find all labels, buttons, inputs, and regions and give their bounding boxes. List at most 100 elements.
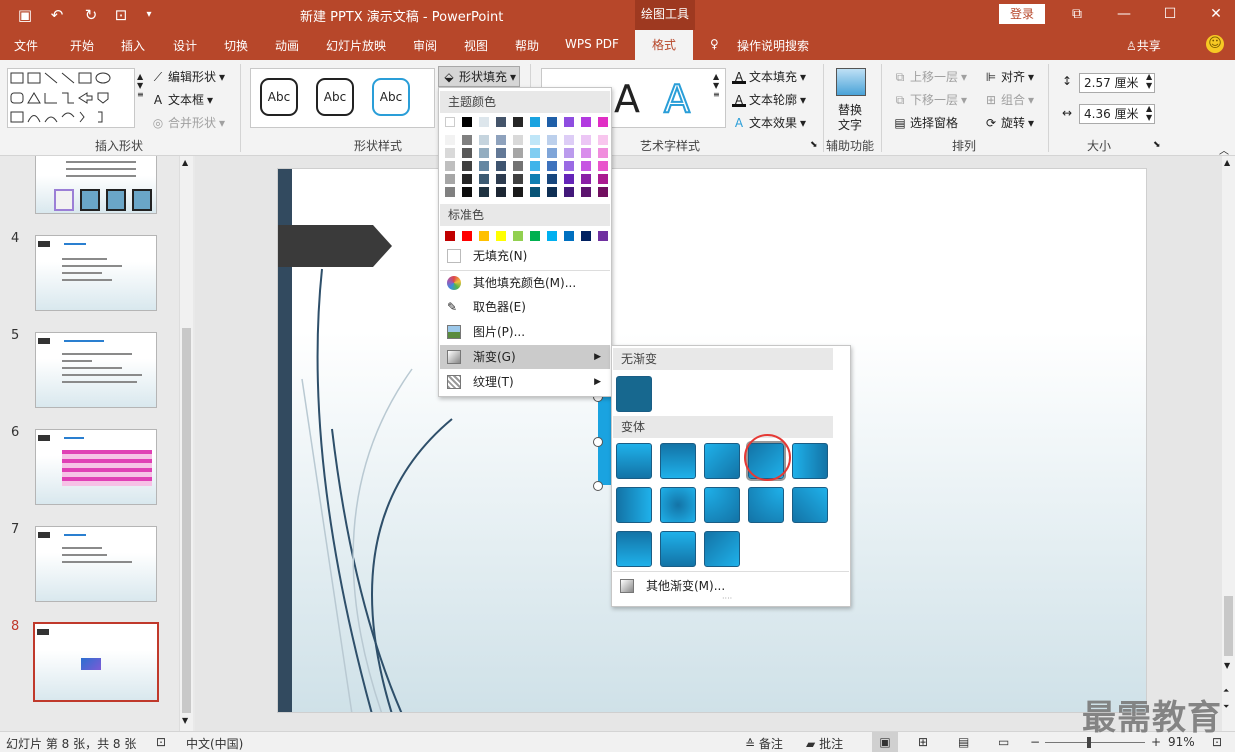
language-indicator[interactable]: 中文(中国) [186, 735, 243, 752]
gradient-variant-swatch[interactable] [616, 443, 652, 479]
theme-shade-swatch[interactable] [598, 187, 608, 197]
picture-fill-item[interactable]: 图片(P)... [440, 320, 610, 344]
slide-thumbnail-6[interactable] [35, 429, 157, 505]
start-from-beginning-icon[interactable]: ⊡ [110, 5, 132, 25]
shape-style-1[interactable]: Abc [260, 78, 298, 116]
wordart-style-2[interactable]: A [663, 76, 691, 122]
theme-shade-swatch[interactable] [462, 148, 472, 158]
theme-shade-swatch[interactable] [445, 187, 455, 197]
width-input[interactable]: 4.36 厘米 [1079, 104, 1155, 124]
theme-color-swatch[interactable] [496, 117, 506, 127]
standard-color-swatch[interactable] [445, 231, 455, 241]
undo-icon[interactable]: ↶ [46, 5, 68, 25]
zoom-slider[interactable] [1045, 742, 1145, 743]
theme-shade-swatch[interactable] [513, 187, 523, 197]
theme-shade-swatch[interactable] [462, 161, 472, 171]
gradient-variant-swatch[interactable] [704, 487, 740, 523]
theme-color-swatch[interactable] [598, 117, 608, 127]
gradient-item[interactable]: 渐变(G) ▶ [440, 345, 610, 369]
group-button[interactable]: ⊞ 组合 ▾ [984, 91, 1034, 108]
theme-shade-swatch[interactable] [496, 161, 506, 171]
resize-grip-icon[interactable]: ···· [722, 594, 732, 603]
theme-color-swatch[interactable] [479, 117, 489, 127]
theme-shade-swatch[interactable] [462, 174, 472, 184]
theme-color-swatch[interactable] [581, 117, 591, 127]
slide-thumbnail-3[interactable] [35, 156, 157, 214]
gradient-variant-swatch[interactable] [792, 487, 828, 523]
theme-shade-swatch[interactable] [581, 174, 591, 184]
customize-toolbar-icon[interactable]: ▾ [138, 5, 160, 25]
theme-shade-swatch[interactable] [547, 161, 557, 171]
more-fill-colors-item[interactable]: 其他填充颜色(M)... [440, 271, 610, 295]
eyedropper-item[interactable]: ✎ 取色器(E) [440, 295, 610, 319]
text-box-button[interactable]: A 文本框 ▾ [151, 91, 213, 108]
theme-shade-swatch[interactable] [564, 148, 574, 158]
standard-color-swatch[interactable] [547, 231, 557, 241]
wordart-style-1[interactable]: A [614, 77, 640, 121]
scroll-thumb[interactable] [1224, 596, 1233, 656]
theme-shade-swatch[interactable] [530, 135, 540, 145]
share-button[interactable]: ♙共享 [1126, 37, 1161, 54]
theme-shade-swatch[interactable] [445, 174, 455, 184]
previous-slide-icon[interactable]: ⏶ [1223, 686, 1229, 696]
dialog-launcher-icon[interactable]: ⬊ [810, 140, 818, 150]
scroll-down-icon[interactable]: ▼ [1224, 661, 1230, 670]
thumbnail-scrollbar[interactable]: ▲ ▼ [179, 156, 193, 731]
theme-shade-swatch[interactable] [547, 135, 557, 145]
alt-text-label-2[interactable]: 文字 [838, 116, 862, 133]
theme-shade-swatch[interactable] [496, 148, 506, 158]
theme-shade-swatch[interactable] [530, 148, 540, 158]
theme-shade-swatch[interactable] [547, 174, 557, 184]
login-button[interactable]: 登录 [999, 4, 1045, 24]
ribbon-display-icon[interactable]: ⧉ [1062, 3, 1092, 25]
wordart-scroll-icon[interactable]: ▲ ▼ ≡ [713, 72, 720, 99]
theme-shade-swatch[interactable] [564, 135, 574, 145]
reading-view-icon[interactable]: ▤ [958, 735, 969, 749]
tell-me-search[interactable]: 操作说明搜索 [737, 37, 809, 54]
text-effects-button[interactable]: A 文本效果 ▾ [732, 114, 806, 131]
theme-color-swatch[interactable] [547, 117, 557, 127]
tab-file[interactable]: 文件 [14, 37, 38, 54]
maximize-icon[interactable]: ☐ [1155, 3, 1185, 25]
theme-shade-swatch[interactable] [581, 148, 591, 158]
gradient-variant-swatch[interactable] [704, 443, 740, 479]
normal-view-icon[interactable]: ▣ [872, 732, 898, 752]
scroll-up-icon[interactable]: ▲ [1224, 158, 1230, 167]
tab-insert[interactable]: 插入 [121, 37, 145, 54]
bring-forward-button[interactable]: ⧉ 上移一层 ▾ [893, 68, 967, 85]
theme-shade-swatch[interactable] [445, 135, 455, 145]
theme-shade-swatch[interactable] [564, 187, 574, 197]
theme-shade-swatch[interactable] [445, 148, 455, 158]
scroll-up-icon[interactable]: ▲ [182, 158, 188, 167]
gradient-variant-swatch[interactable] [616, 531, 652, 567]
texture-item[interactable]: 纹理(T) ▶ [440, 370, 610, 394]
standard-color-swatch[interactable] [479, 231, 489, 241]
slide-thumbnail-5[interactable] [35, 332, 157, 408]
theme-shade-swatch[interactable] [547, 187, 557, 197]
gradient-variant-swatch[interactable] [748, 487, 784, 523]
scroll-thumb[interactable] [182, 328, 191, 713]
width-spinner[interactable]: ▲ ▼ [1146, 104, 1152, 122]
theme-shade-swatch[interactable] [496, 135, 506, 145]
tab-home[interactable]: 开始 [70, 37, 94, 54]
slide-thumbnail-7[interactable] [35, 526, 157, 602]
theme-shade-swatch[interactable] [479, 135, 489, 145]
tab-format[interactable]: 格式 [635, 30, 694, 60]
tab-wps-pdf[interactable]: WPS PDF [565, 37, 619, 51]
redo-icon[interactable]: ↻ [80, 5, 102, 25]
edit-shape-button[interactable]: ⟋ 编辑形状 ▾ [151, 68, 225, 85]
theme-shade-swatch[interactable] [496, 174, 506, 184]
theme-shade-swatch[interactable] [513, 148, 523, 158]
shapes-gallery[interactable] [7, 68, 135, 128]
theme-shade-swatch[interactable] [581, 135, 591, 145]
slideshow-icon[interactable]: ▭ [998, 735, 1009, 749]
slide-thumbnail-8[interactable] [33, 622, 159, 702]
zoom-out-icon[interactable]: − [1030, 735, 1040, 749]
tab-view[interactable]: 视图 [464, 37, 488, 54]
standard-color-swatch[interactable] [598, 231, 608, 241]
next-slide-icon[interactable]: ⏷ [1223, 702, 1229, 712]
standard-color-swatch[interactable] [513, 231, 523, 241]
shape-fill-button[interactable]: ⬙ 形状填充 ▾ [438, 66, 521, 87]
canvas-scrollbar[interactable]: ▲ ▼ ⏶ ⏷ [1222, 156, 1235, 731]
theme-shade-swatch[interactable] [547, 148, 557, 158]
